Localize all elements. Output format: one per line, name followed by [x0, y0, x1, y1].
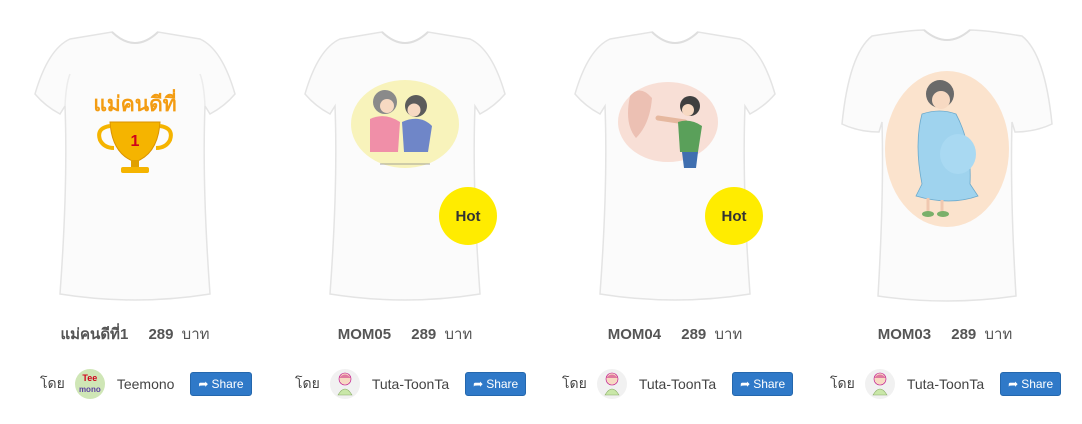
share-arrow-icon: ➦: [740, 377, 751, 391]
seller-name[interactable]: Tuta-ToonTa: [907, 376, 984, 392]
product-name[interactable]: MOM04: [608, 326, 661, 343]
avatar-illustration: [872, 372, 888, 396]
trophy-number: 1: [130, 133, 140, 150]
tshirt-image: [574, 31, 776, 301]
product-price: 289: [148, 326, 174, 343]
share-label: Share: [753, 377, 786, 391]
product-image[interactable]: [270, 14, 540, 304]
tshirt-image: [34, 31, 236, 301]
share-button[interactable]: ➦ Share: [465, 372, 527, 396]
by-label: โดย: [830, 375, 855, 391]
avatar[interactable]: Tee mono: [74, 369, 105, 399]
price-unit: บาท: [714, 326, 743, 343]
avatar-illustration: [337, 372, 353, 396]
seller-name[interactable]: Tuta-ToonTa: [372, 376, 449, 392]
share-label: Share: [1021, 377, 1054, 391]
product-image[interactable]: แม่คนดีที่ 1: [0, 14, 270, 304]
product-price: 289: [951, 326, 977, 343]
product-card[interactable]: Hot MOM05 289 บาท โดย Tuta-ToonTa ➦ Shar…: [270, 0, 540, 424]
share-arrow-icon: ➦: [198, 377, 209, 391]
share-button[interactable]: ➦ Share: [732, 372, 794, 396]
price-unit: บาท: [181, 326, 210, 343]
share-button[interactable]: ➦ Share: [190, 372, 252, 396]
product-card[interactable]: Hot MOM04 289 บาท โดย Tuta-ToonTa ➦ Shar…: [540, 0, 810, 424]
avatar-text-bottom: mono: [78, 385, 101, 394]
share-arrow-icon: ➦: [1008, 377, 1019, 391]
product-name[interactable]: MOM03: [878, 326, 931, 343]
product-price: 289: [411, 326, 437, 343]
product-name[interactable]: แม่คนดีที่1: [60, 326, 128, 343]
share-arrow-icon: ➦: [473, 377, 484, 391]
price-unit: บาท: [444, 326, 473, 343]
product-card[interactable]: แม่คนดีที่ 1 แม่คนดีที่1 289 บาท โดย Tee…: [0, 0, 270, 424]
avatar[interactable]: [329, 369, 360, 399]
product-image[interactable]: [810, 14, 1080, 304]
seller-name[interactable]: Tuta-ToonTa: [639, 376, 716, 392]
product-image[interactable]: [540, 14, 810, 304]
avatar[interactable]: [864, 369, 895, 399]
share-button[interactable]: ➦ Share: [1000, 372, 1062, 396]
avatar[interactable]: [596, 369, 627, 399]
by-label: โดย: [40, 375, 65, 391]
share-label: Share: [211, 377, 244, 391]
product-name[interactable]: MOM05: [338, 326, 391, 343]
price-unit: บาท: [984, 326, 1013, 343]
hot-badge: Hot: [708, 190, 760, 242]
by-label: โดย: [562, 375, 587, 391]
print-text: แม่คนดีที่: [93, 93, 177, 116]
seller-name[interactable]: Teemono: [117, 376, 175, 392]
avatar-text-top: Tee: [82, 373, 98, 383]
share-label: Share: [486, 377, 519, 391]
product-grid: แม่คนดีที่ 1 แม่คนดีที่1 289 บาท โดย Tee…: [0, 0, 1082, 424]
hot-badge: Hot: [442, 190, 494, 242]
by-label: โดย: [295, 375, 320, 391]
tshirt-image: [304, 31, 506, 301]
product-card[interactable]: MOM03 289 บาท โดย Tuta-ToonTa ➦ Share: [810, 0, 1080, 424]
avatar-illustration: [604, 372, 620, 396]
product-price: 289: [681, 326, 707, 343]
tshirt-image: [841, 29, 1053, 302]
